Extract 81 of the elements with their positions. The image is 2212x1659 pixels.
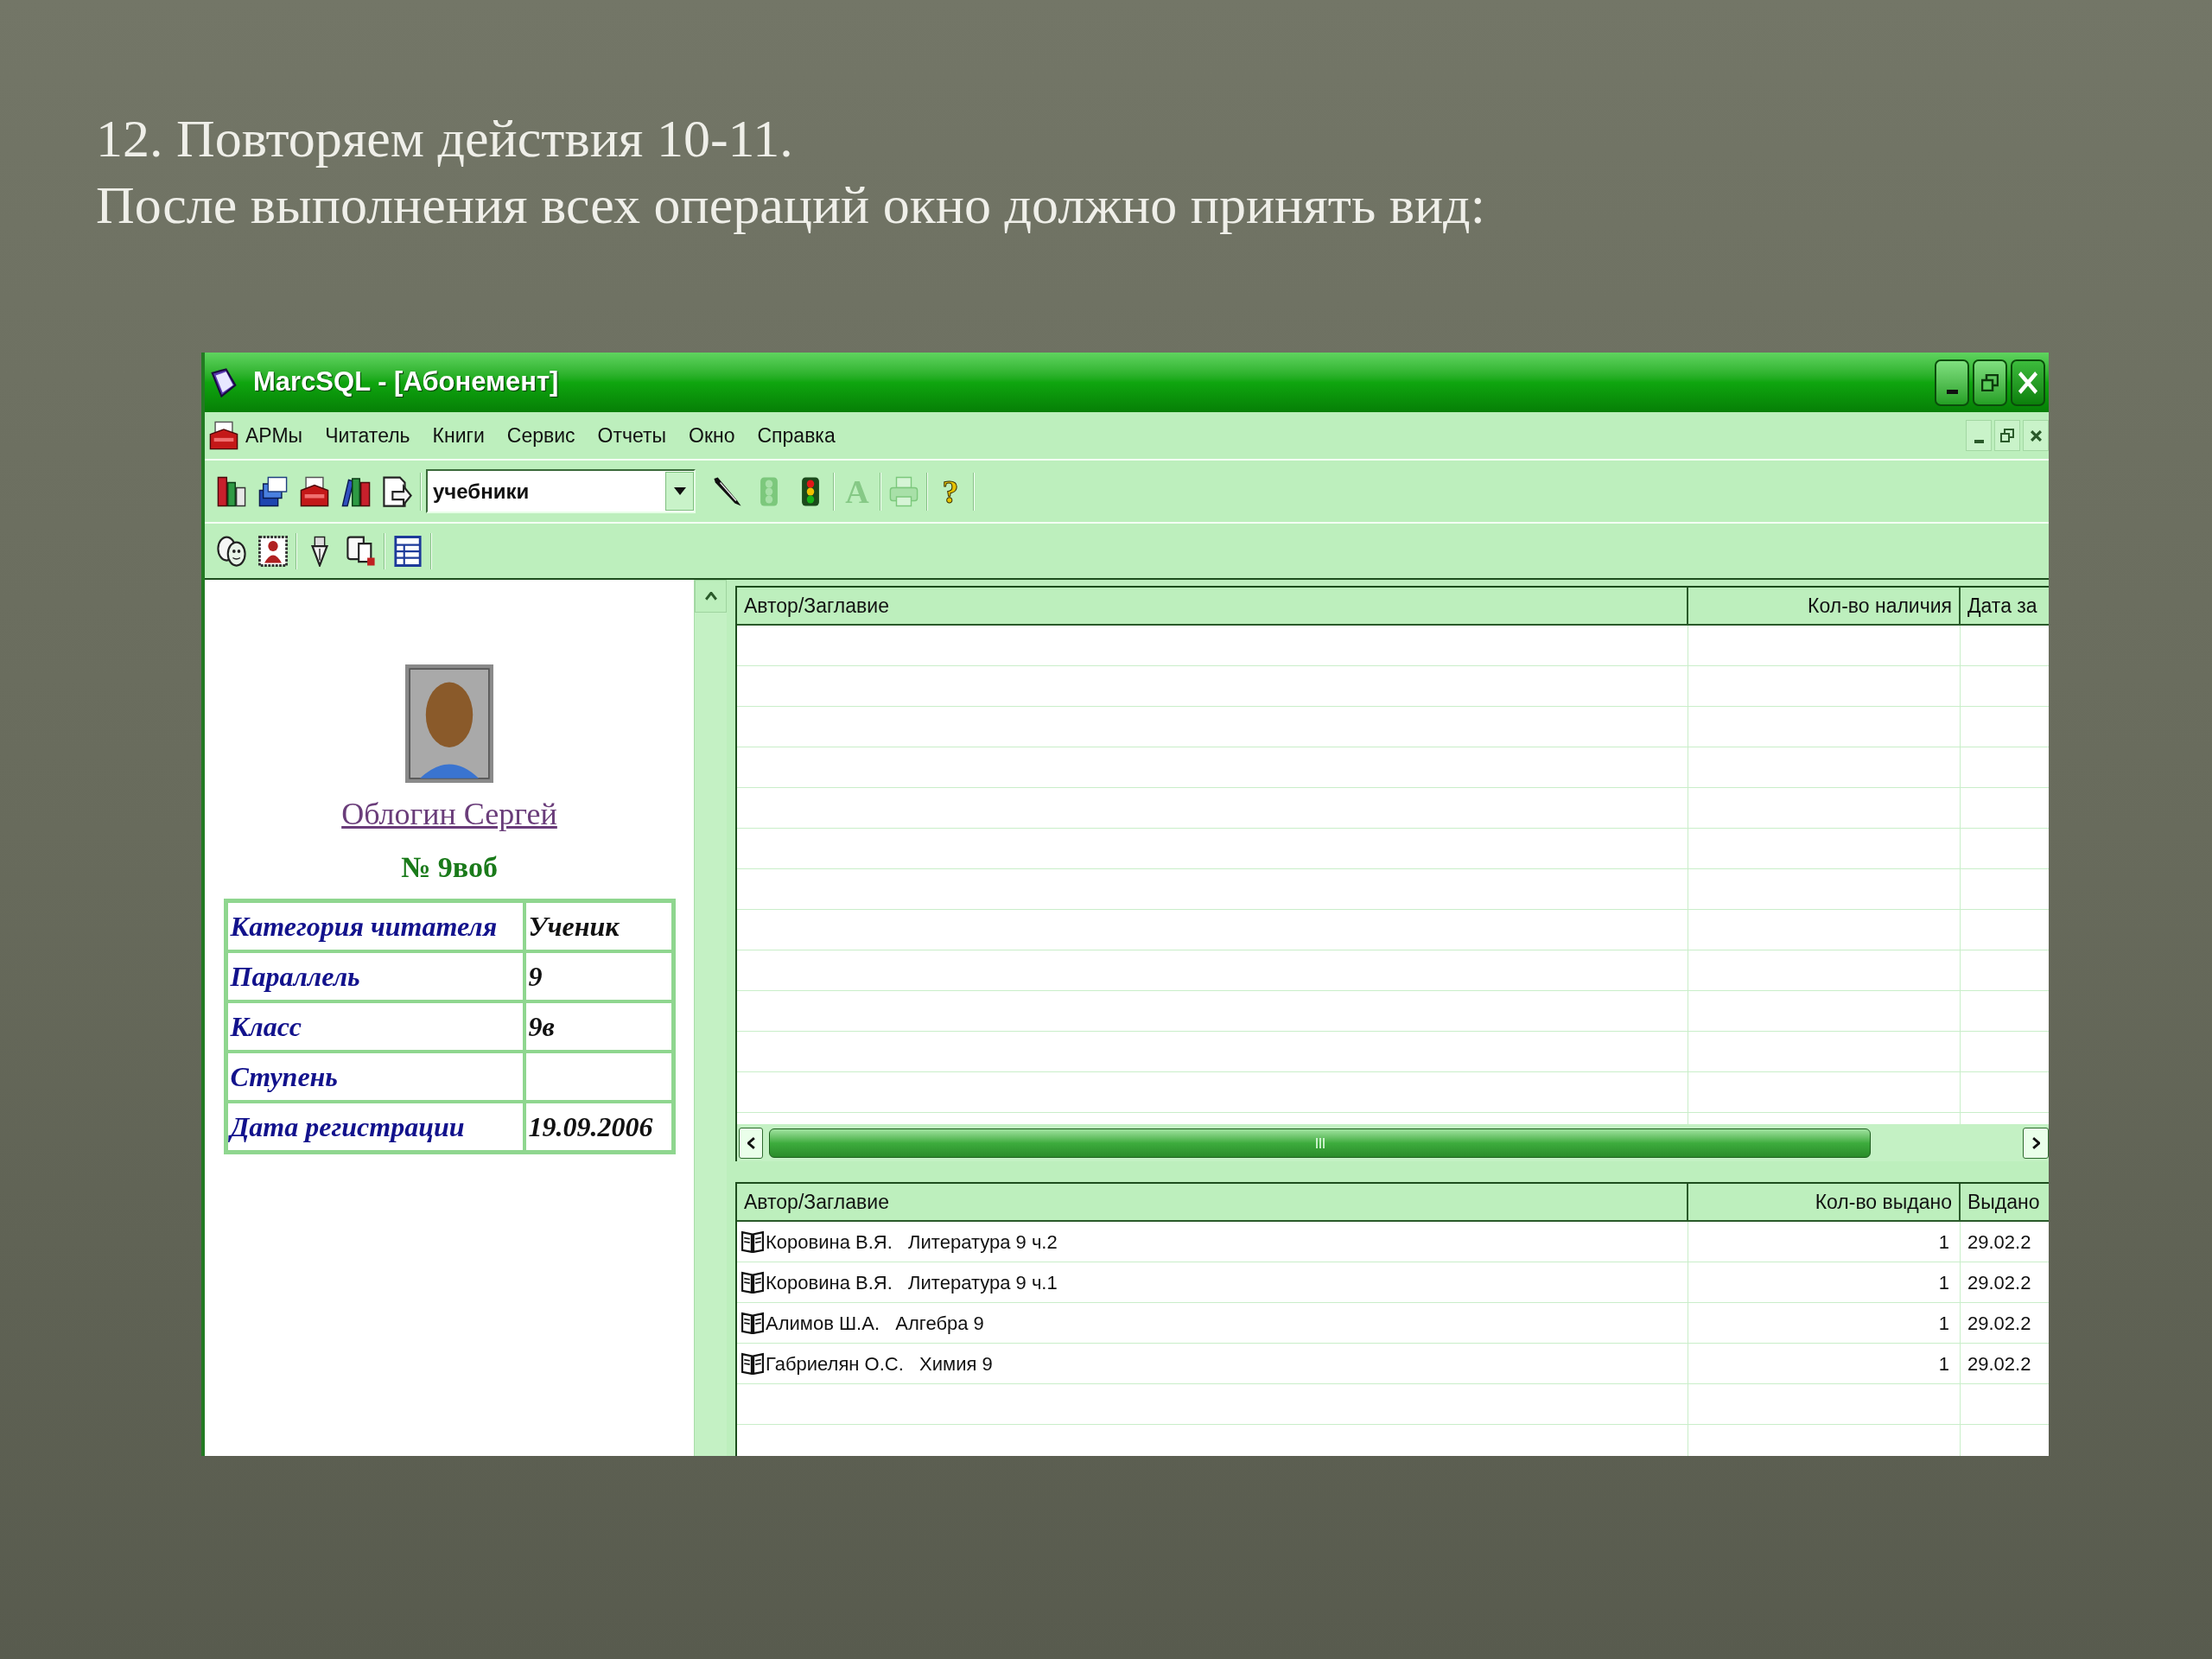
menu-item[interactable]: Читатель bbox=[321, 420, 414, 451]
book-entry: Коровина В.Я. Литература 9 ч.1 bbox=[766, 1270, 1058, 1295]
menu-item[interactable]: Справка bbox=[753, 420, 839, 451]
menu-item[interactable]: Книги bbox=[429, 420, 488, 451]
document-arrow-icon bbox=[383, 475, 412, 507]
restore-icon bbox=[2000, 429, 2014, 442]
child-restore-button[interactable] bbox=[1994, 420, 2020, 451]
book-entry: Алимов Ш.А. Алгебра 9 bbox=[766, 1311, 984, 1336]
menu-item[interactable]: Отчеты bbox=[594, 420, 671, 451]
scroll-right-button[interactable] bbox=[2023, 1127, 2049, 1159]
issue-date: 29.02.2 bbox=[1967, 1270, 2031, 1295]
copies-count: 1 bbox=[1938, 1270, 1949, 1295]
horizontal-scrollbar[interactable] bbox=[735, 1124, 2049, 1161]
child-minimize-button[interactable] bbox=[1966, 420, 1992, 451]
menu-item[interactable]: АРМы bbox=[242, 420, 307, 451]
field-label: Категория читателя bbox=[230, 910, 498, 944]
column-header[interactable]: Автор/Заглавие bbox=[737, 1184, 1688, 1220]
menu-item[interactable]: Сервис bbox=[503, 420, 579, 451]
book-entry: Коровина В.Я. Литература 9 ч.2 bbox=[766, 1230, 1058, 1255]
copies-count: 1 bbox=[1938, 1351, 1949, 1376]
issue-date: 29.02.2 bbox=[1967, 1351, 2031, 1376]
chevron-left-icon bbox=[747, 1136, 755, 1149]
minimize-icon bbox=[1974, 440, 1984, 443]
book-icon bbox=[741, 1352, 764, 1375]
field-value: Ученик bbox=[528, 910, 620, 944]
portrait-icon bbox=[258, 535, 288, 567]
field-value: 9 bbox=[528, 960, 543, 994]
restore-icon bbox=[1981, 373, 1999, 391]
book-entry: Габриелян О.С. Химия 9 bbox=[766, 1351, 993, 1376]
minimize-icon bbox=[1946, 389, 1958, 394]
column-header[interactable]: Автор/Заглавие bbox=[737, 588, 1688, 624]
copies-count: 1 bbox=[1938, 1311, 1949, 1336]
chevron-right-icon bbox=[2031, 1136, 2040, 1149]
scroll-thumb[interactable] bbox=[769, 1128, 1871, 1158]
window-title: MarcSQL - [Абонемент] bbox=[253, 365, 559, 399]
menu-item[interactable]: Окно bbox=[685, 420, 739, 451]
caret-up-icon bbox=[704, 592, 717, 601]
field-value: 9в bbox=[528, 1010, 555, 1044]
vertical-scrollbar[interactable] bbox=[694, 580, 727, 1456]
close-icon bbox=[2018, 370, 2038, 395]
card-stack-icon bbox=[258, 475, 288, 507]
tray-icon bbox=[300, 475, 329, 507]
field-label: Параллель bbox=[230, 960, 360, 994]
column-header[interactable]: Кол-во выдано bbox=[1688, 1184, 1961, 1220]
minimize-button[interactable] bbox=[1935, 359, 1969, 406]
column-header[interactable]: Дата за bbox=[1961, 588, 2049, 624]
caret-down-icon bbox=[673, 487, 686, 495]
instruction-text: После выполнения всех операций окно должно принять вид: bbox=[96, 175, 1485, 236]
reader-name-link[interactable]: Облогин Сергей bbox=[341, 795, 557, 833]
grip-icon bbox=[1315, 1137, 1325, 1148]
column-header[interactable]: Кол-во наличия bbox=[1688, 588, 1961, 624]
dropdown-button[interactable] bbox=[665, 472, 694, 511]
field-label: Дата регистрации bbox=[230, 1110, 465, 1144]
copies-count: 1 bbox=[1938, 1230, 1949, 1255]
column-header[interactable]: Выдано bbox=[1961, 1184, 2049, 1220]
field-label: Ступень bbox=[230, 1060, 338, 1094]
book-icon bbox=[741, 1312, 764, 1334]
document-icon bbox=[346, 535, 376, 567]
reader-number: № 9воб bbox=[401, 850, 498, 885]
masks-icon bbox=[217, 535, 246, 567]
field-label: Класс bbox=[230, 1010, 302, 1044]
step-heading: 12. Повторяем действия 10-11. bbox=[96, 108, 793, 169]
close-icon bbox=[2030, 429, 2042, 442]
bookshelf-icon bbox=[341, 475, 371, 507]
books-icon bbox=[217, 475, 246, 507]
book-icon bbox=[741, 1230, 764, 1253]
restore-button[interactable] bbox=[1973, 359, 2007, 406]
issue-date: 29.02.2 bbox=[1967, 1230, 2031, 1255]
book-icon bbox=[210, 367, 238, 397]
tray-icon bbox=[209, 421, 238, 450]
table-icon bbox=[393, 535, 423, 567]
printer-icon bbox=[889, 475, 918, 507]
scroll-left-button[interactable] bbox=[739, 1127, 763, 1159]
book-icon bbox=[741, 1271, 764, 1294]
issue-date: 29.02.2 bbox=[1967, 1311, 2031, 1336]
child-close-button[interactable] bbox=[2023, 420, 2049, 451]
scroll-up-button[interactable] bbox=[695, 580, 727, 613]
close-button[interactable] bbox=[2011, 359, 2045, 406]
category-dropdown[interactable]: учебники bbox=[426, 469, 696, 513]
pen-icon bbox=[713, 475, 742, 507]
field-value: 19.09.2006 bbox=[528, 1110, 653, 1144]
